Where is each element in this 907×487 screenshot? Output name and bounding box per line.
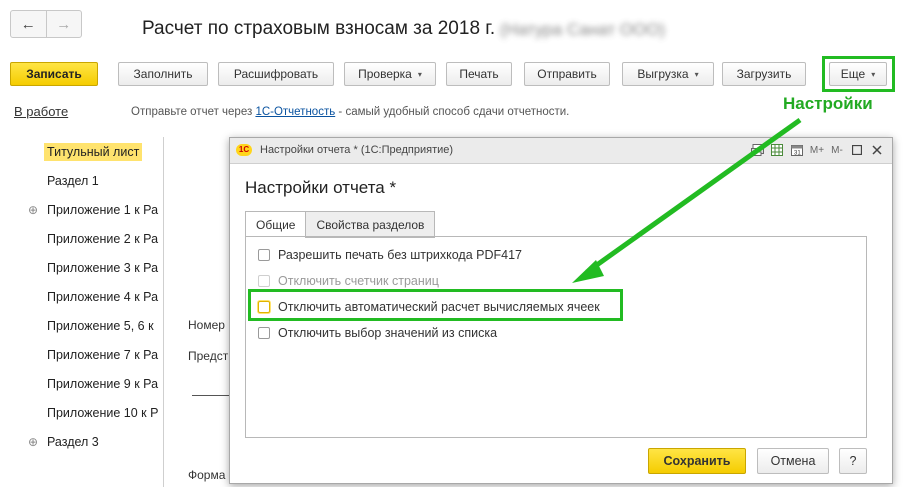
arrow-shaft: [585, 117, 802, 275]
annotation-arrow: [572, 117, 802, 283]
